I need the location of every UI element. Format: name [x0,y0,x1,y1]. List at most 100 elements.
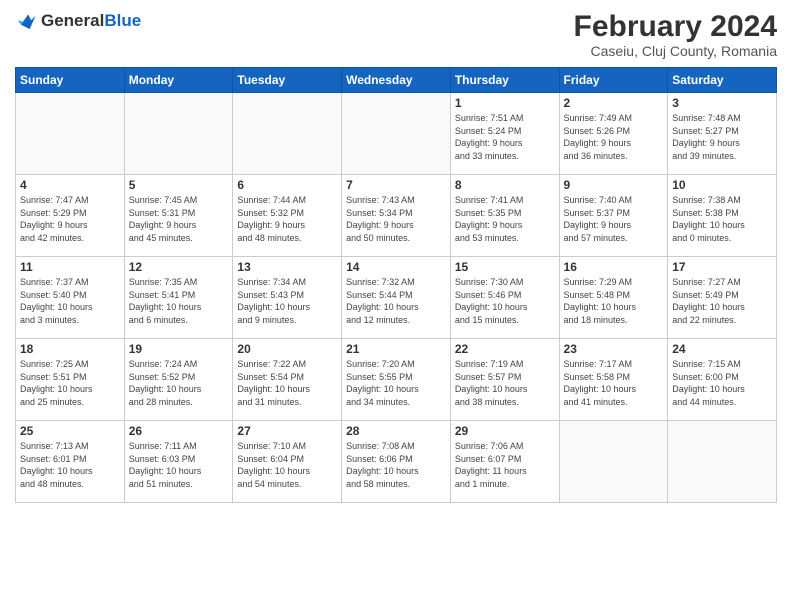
calendar-cell: 3 Sunrise: 7:48 AM Sunset: 5:27 PM Daylig… [668,93,777,175]
day-number: 5 [129,178,229,192]
calendar-cell: 19 Sunrise: 7:24 AM Sunset: 5:52 PM Dayli… [124,339,233,421]
day-info: Sunrise: 7:47 AM Sunset: 5:29 PM Dayligh… [20,194,120,244]
day-info: Sunrise: 7:13 AM Sunset: 6:01 PM Dayligh… [20,440,120,490]
week-row-3: 11Sunrise: 7:37 AM Sunset: 5:40 PM Dayli… [16,257,777,339]
calendar-cell: 14 Sunrise: 7:32 AM Sunset: 5:44 PM Dayli… [342,257,451,339]
col-header-tuesday: Tuesday [233,68,342,93]
day-number: 3 [672,96,772,110]
day-info: Sunrise: 7:38 AM Sunset: 5:38 PM Dayligh… [672,194,772,244]
calendar-cell: 1 Sunrise: 7:51 AM Sunset: 5:24 PM Daylig… [450,93,559,175]
col-header-saturday: Saturday [668,68,777,93]
day-info: Sunrise: 7:44 AM Sunset: 5:32 PM Dayligh… [237,194,337,244]
logo: General Blue [15,10,141,32]
day-number: 23 [564,342,664,356]
day-number: 29 [455,424,555,438]
day-info: Sunrise: 7:49 AM Sunset: 5:26 PM Dayligh… [564,112,664,162]
col-header-monday: Monday [124,68,233,93]
logo-blue: Blue [104,11,141,31]
day-info: Sunrise: 7:10 AM Sunset: 6:04 PM Dayligh… [237,440,337,490]
day-info: Sunrise: 7:06 AM Sunset: 6:07 PM Dayligh… [455,440,555,490]
day-info: Sunrise: 7:37 AM Sunset: 5:40 PM Dayligh… [20,276,120,326]
title-block: February 2024 Caseiu, Cluj County, Roman… [574,10,777,59]
day-number: 4 [20,178,120,192]
calendar-cell: 2 Sunrise: 7:49 AM Sunset: 5:26 PM Daylig… [559,93,668,175]
day-number: 15 [455,260,555,274]
day-number: 28 [346,424,446,438]
calendar-cell: 26 Sunrise: 7:11 AM Sunset: 6:03 PM Dayli… [124,421,233,503]
day-info: Sunrise: 7:45 AM Sunset: 5:31 PM Dayligh… [129,194,229,244]
day-info: Sunrise: 7:19 AM Sunset: 5:57 PM Dayligh… [455,358,555,408]
calendar-header-row: Sunday Monday Tuesday Wednesday Thursday… [16,68,777,93]
day-number: 8 [455,178,555,192]
calendar-cell: 9Sunrise: 7:40 AM Sunset: 5:37 PM Daylig… [559,175,668,257]
day-number: 13 [237,260,337,274]
calendar-cell: 24 Sunrise: 7:15 AM Sunset: 6:00 PM Dayli… [668,339,777,421]
day-info: Sunrise: 7:40 AM Sunset: 5:37 PM Dayligh… [564,194,664,244]
day-number: 12 [129,260,229,274]
day-number: 26 [129,424,229,438]
day-info: Sunrise: 7:48 AM Sunset: 5:27 PM Dayligh… [672,112,772,162]
logo-general: General [41,11,104,31]
calendar-cell: 11Sunrise: 7:37 AM Sunset: 5:40 PM Dayli… [16,257,125,339]
logo-text: General Blue [41,11,141,31]
day-info: Sunrise: 7:08 AM Sunset: 6:06 PM Dayligh… [346,440,446,490]
week-row-5: 25 Sunrise: 7:13 AM Sunset: 6:01 PM Dayli… [16,421,777,503]
week-row-2: 4 Sunrise: 7:47 AM Sunset: 5:29 PM Daylig… [16,175,777,257]
calendar-cell: 15Sunrise: 7:30 AM Sunset: 5:46 PM Dayli… [450,257,559,339]
col-header-thursday: Thursday [450,68,559,93]
day-number: 17 [672,260,772,274]
calendar-cell: 17Sunrise: 7:27 AM Sunset: 5:49 PM Dayli… [668,257,777,339]
logo-bird-icon [15,10,37,32]
calendar-cell: 13 Sunrise: 7:34 AM Sunset: 5:43 PM Dayli… [233,257,342,339]
day-number: 10 [672,178,772,192]
calendar-cell: 10 Sunrise: 7:38 AM Sunset: 5:38 PM Dayli… [668,175,777,257]
day-info: Sunrise: 7:22 AM Sunset: 5:54 PM Dayligh… [237,358,337,408]
calendar-cell: 7Sunrise: 7:43 AM Sunset: 5:34 PM Daylig… [342,175,451,257]
day-number: 2 [564,96,664,110]
day-info: Sunrise: 7:41 AM Sunset: 5:35 PM Dayligh… [455,194,555,244]
col-header-friday: Friday [559,68,668,93]
day-info: Sunrise: 7:24 AM Sunset: 5:52 PM Dayligh… [129,358,229,408]
calendar-cell: 18 Sunrise: 7:25 AM Sunset: 5:51 PM Dayli… [16,339,125,421]
day-info: Sunrise: 7:29 AM Sunset: 5:48 PM Dayligh… [564,276,664,326]
week-row-4: 18 Sunrise: 7:25 AM Sunset: 5:51 PM Dayli… [16,339,777,421]
day-info: Sunrise: 7:35 AM Sunset: 5:41 PM Dayligh… [129,276,229,326]
calendar-cell [668,421,777,503]
calendar-cell: 25 Sunrise: 7:13 AM Sunset: 6:01 PM Dayli… [16,421,125,503]
day-number: 25 [20,424,120,438]
calendar-cell [16,93,125,175]
calendar-cell [233,93,342,175]
calendar-cell [559,421,668,503]
calendar-table: Sunday Monday Tuesday Wednesday Thursday… [15,67,777,503]
day-number: 7 [346,178,446,192]
day-number: 20 [237,342,337,356]
day-number: 18 [20,342,120,356]
calendar-cell: 29 Sunrise: 7:06 AM Sunset: 6:07 PM Dayli… [450,421,559,503]
calendar-title: February 2024 [574,10,777,43]
day-number: 19 [129,342,229,356]
calendar-cell: 27 Sunrise: 7:10 AM Sunset: 6:04 PM Dayli… [233,421,342,503]
calendar-cell: 21Sunrise: 7:20 AM Sunset: 5:55 PM Dayli… [342,339,451,421]
calendar-cell [342,93,451,175]
calendar-cell: 20 Sunrise: 7:22 AM Sunset: 5:54 PM Dayli… [233,339,342,421]
page: General Blue February 2024 Caseiu, Cluj … [0,0,792,612]
day-info: Sunrise: 7:51 AM Sunset: 5:24 PM Dayligh… [455,112,555,162]
day-info: Sunrise: 7:20 AM Sunset: 5:55 PM Dayligh… [346,358,446,408]
header: General Blue February 2024 Caseiu, Cluj … [15,10,777,59]
day-number: 14 [346,260,446,274]
calendar-cell: 8 Sunrise: 7:41 AM Sunset: 5:35 PM Daylig… [450,175,559,257]
calendar-cell: 16Sunrise: 7:29 AM Sunset: 5:48 PM Dayli… [559,257,668,339]
day-number: 24 [672,342,772,356]
day-info: Sunrise: 7:11 AM Sunset: 6:03 PM Dayligh… [129,440,229,490]
day-info: Sunrise: 7:15 AM Sunset: 6:00 PM Dayligh… [672,358,772,408]
day-info: Sunrise: 7:17 AM Sunset: 5:58 PM Dayligh… [564,358,664,408]
day-number: 1 [455,96,555,110]
calendar-cell: 5 Sunrise: 7:45 AM Sunset: 5:31 PM Daylig… [124,175,233,257]
calendar-cell: 22Sunrise: 7:19 AM Sunset: 5:57 PM Dayli… [450,339,559,421]
week-row-1: 1 Sunrise: 7:51 AM Sunset: 5:24 PM Daylig… [16,93,777,175]
calendar-cell: 4 Sunrise: 7:47 AM Sunset: 5:29 PM Daylig… [16,175,125,257]
day-info: Sunrise: 7:34 AM Sunset: 5:43 PM Dayligh… [237,276,337,326]
day-number: 27 [237,424,337,438]
day-info: Sunrise: 7:25 AM Sunset: 5:51 PM Dayligh… [20,358,120,408]
day-info: Sunrise: 7:32 AM Sunset: 5:44 PM Dayligh… [346,276,446,326]
